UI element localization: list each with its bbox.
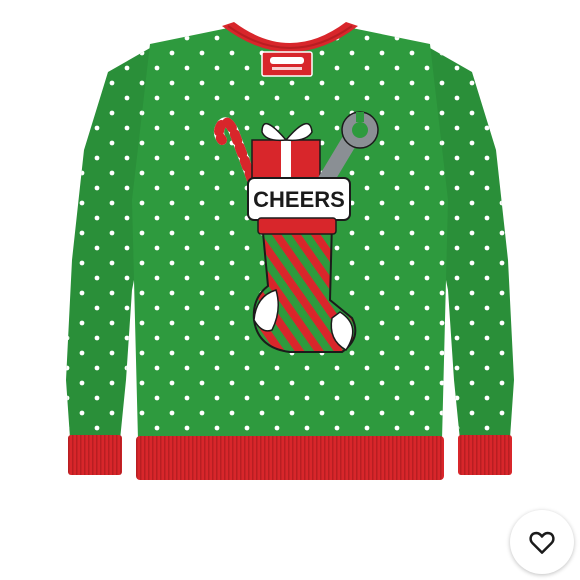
cheers-text: CHEERS	[253, 187, 345, 212]
sweater-photo: CHEERS	[66, 22, 514, 480]
cheers-banner: CHEERS	[247, 177, 351, 221]
heart-outline-icon	[529, 531, 555, 554]
neck-label	[261, 51, 313, 77]
like-button[interactable]	[510, 510, 574, 574]
waist-rib-hem	[136, 436, 444, 480]
